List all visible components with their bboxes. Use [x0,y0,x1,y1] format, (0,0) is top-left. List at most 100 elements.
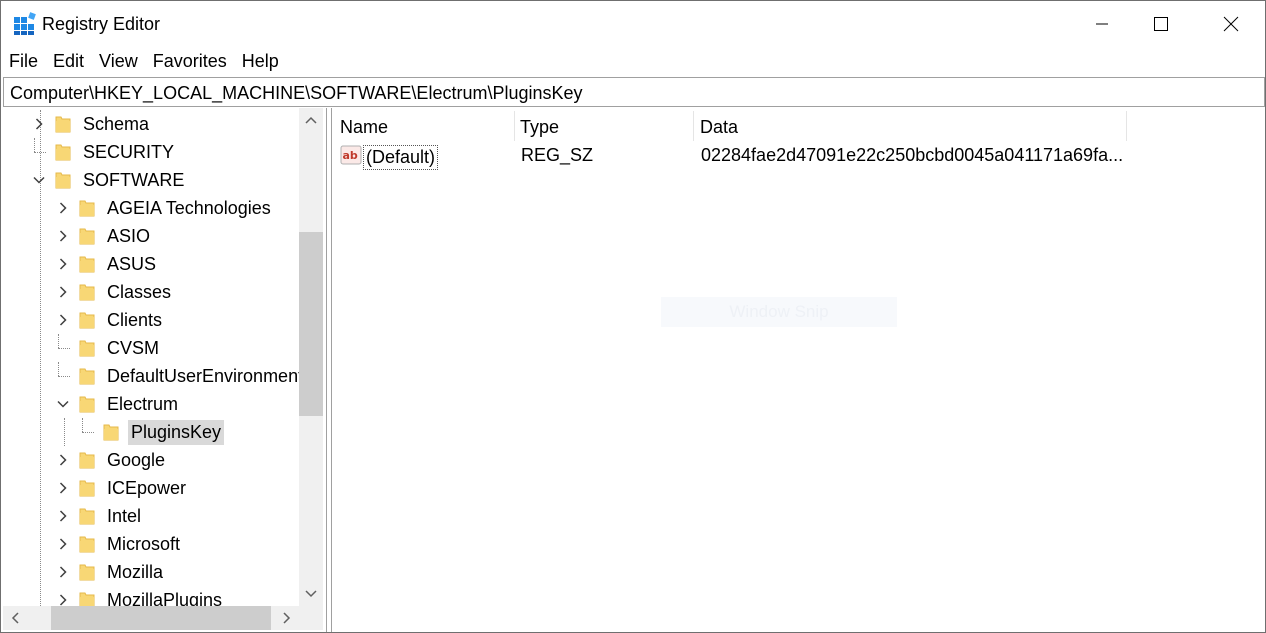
menu-edit[interactable]: Edit [45,47,91,75]
maximize-button[interactable] [1126,1,1196,47]
tree-item-label: Electrum [107,393,179,414]
folder-icon [79,450,95,470]
column-separator[interactable] [1126,111,1127,141]
expand-chevron-icon[interactable] [32,117,46,131]
expand-chevron-icon[interactable] [56,201,70,215]
values-pane[interactable]: Name Type Data ab (Default) REG_SZ 02284… [331,108,1265,632]
menu-help[interactable]: Help [234,47,286,75]
tree-dotted-line [58,362,59,376]
expand-chevron-icon[interactable] [56,537,70,551]
tree-item-label: SECURITY [83,141,175,162]
tree-item-label: Clients [107,309,163,330]
tree-item[interactable]: Intel [56,502,144,530]
minimize-icon [1096,23,1108,25]
menu-file[interactable]: File [1,47,45,75]
folder-icon [79,366,95,386]
menu-bar: File Edit View Favorites Help [1,47,286,75]
value-name: (Default) [363,145,439,170]
tree-item-label: Mozilla [107,561,164,582]
tree-item-label: Google [107,449,166,470]
scroll-right-button[interactable] [275,606,299,630]
value-data: 02284fae2d47091e22c250bcbd0045a041171a69… [701,145,1124,165]
tree-item[interactable]: AGEIA Technologies [56,194,274,222]
tree-item-label: Intel [107,505,142,526]
tree-item[interactable]: Clients [56,306,165,334]
value-row[interactable]: ab (Default) REG_SZ 02284fae2d47091e22c2… [332,141,1232,170]
folder-icon [79,310,95,330]
vertical-scroll-thumb[interactable] [299,232,323,416]
folder-icon [103,422,119,442]
expand-chevron-icon[interactable] [56,593,70,607]
chevron-left-icon [11,612,19,624]
menu-view[interactable]: View [91,47,145,75]
tree-item[interactable]: DefaultUserEnvironment [56,362,306,390]
tree-vertical-scrollbar[interactable] [299,108,323,606]
folder-icon [55,114,71,134]
tree-item[interactable]: Microsoft [56,530,183,558]
folder-icon [79,506,95,526]
registry-editor-window: Registry Editor File Edit View Favorites… [0,0,1266,633]
column-header-data[interactable]: Data [692,111,1126,141]
tree-item-label: CVSM [107,337,160,358]
tree-dotted-line [58,376,70,377]
expand-chevron-icon[interactable] [56,453,70,467]
collapse-chevron-icon[interactable] [56,397,70,411]
registry-editor-icon [14,12,36,35]
chevron-down-icon [305,590,317,598]
folder-icon [79,338,95,358]
address-bar[interactable]: Computer\HKEY_LOCAL_MACHINE\SOFTWARE\Ele… [3,77,1265,107]
column-header-name[interactable]: Name [332,111,514,141]
scroll-down-button[interactable] [299,582,323,606]
expand-chevron-icon[interactable] [56,509,70,523]
tree-item-label: AGEIA Technologies [107,197,271,218]
collapse-chevron-icon[interactable] [32,173,46,187]
tree-item[interactable]: Mozilla [56,558,166,586]
tree-item[interactable]: Google [56,446,168,474]
tree-dotted-line [64,418,65,446]
chevron-right-icon [283,612,291,624]
window-title: Registry Editor [42,14,161,34]
tree-dotted-line [58,348,70,349]
scroll-left-button[interactable] [3,606,27,630]
expand-chevron-icon[interactable] [56,285,70,299]
window-snip-overlay: Window Snip [661,297,897,327]
column-header-type[interactable]: Type [512,111,692,141]
expand-chevron-icon[interactable] [56,257,70,271]
tree-item[interactable]: SECURITY [32,138,177,166]
menu-favorites[interactable]: Favorites [145,47,234,75]
folder-icon [79,478,95,498]
key-tree-pane[interactable]: Schema SECURITY SOFTWARE AGEIA Technologies… [3,108,327,632]
tree-item-label: Schema [83,113,150,134]
tree-item[interactable]: PluginsKey [80,418,225,446]
expand-chevron-icon[interactable] [56,481,70,495]
tree-item-label: DefaultUserEnvironment [107,365,304,386]
folder-icon [79,226,95,246]
tree-item-label: Classes [107,281,172,302]
horizontal-scroll-thumb[interactable] [51,606,271,630]
tree-item-label: ICEpower [107,477,187,498]
tree-item-label: ASUS [107,253,157,274]
expand-chevron-icon[interactable] [56,565,70,579]
scroll-up-button[interactable] [299,108,323,132]
scrollbar-corner [299,606,323,630]
expand-chevron-icon[interactable] [56,313,70,327]
expand-chevron-icon[interactable] [56,229,70,243]
title-bar[interactable]: Registry Editor [1,1,1265,47]
tree-item[interactable]: Classes [56,278,174,306]
close-icon [1223,16,1239,32]
tree-item[interactable]: ICEpower [56,474,189,502]
tree-item-label: Microsoft [107,533,181,554]
tree-item-label: ASIO [107,225,151,246]
tree-item-label: PluginsKey [128,419,225,445]
tree-item[interactable]: CVSM [56,334,162,362]
tree-horizontal-scrollbar[interactable] [3,606,299,630]
folder-icon [79,198,95,218]
tree-item[interactable]: Schema [32,110,152,138]
tree-item[interactable]: ASUS [56,250,159,278]
close-button[interactable] [1196,1,1266,47]
tree-item-label: SOFTWARE [83,169,185,190]
tree-item[interactable]: Electrum [56,390,181,418]
tree-item[interactable]: ASIO [56,222,153,250]
folder-icon [79,254,95,274]
tree-item[interactable]: SOFTWARE [32,166,187,194]
